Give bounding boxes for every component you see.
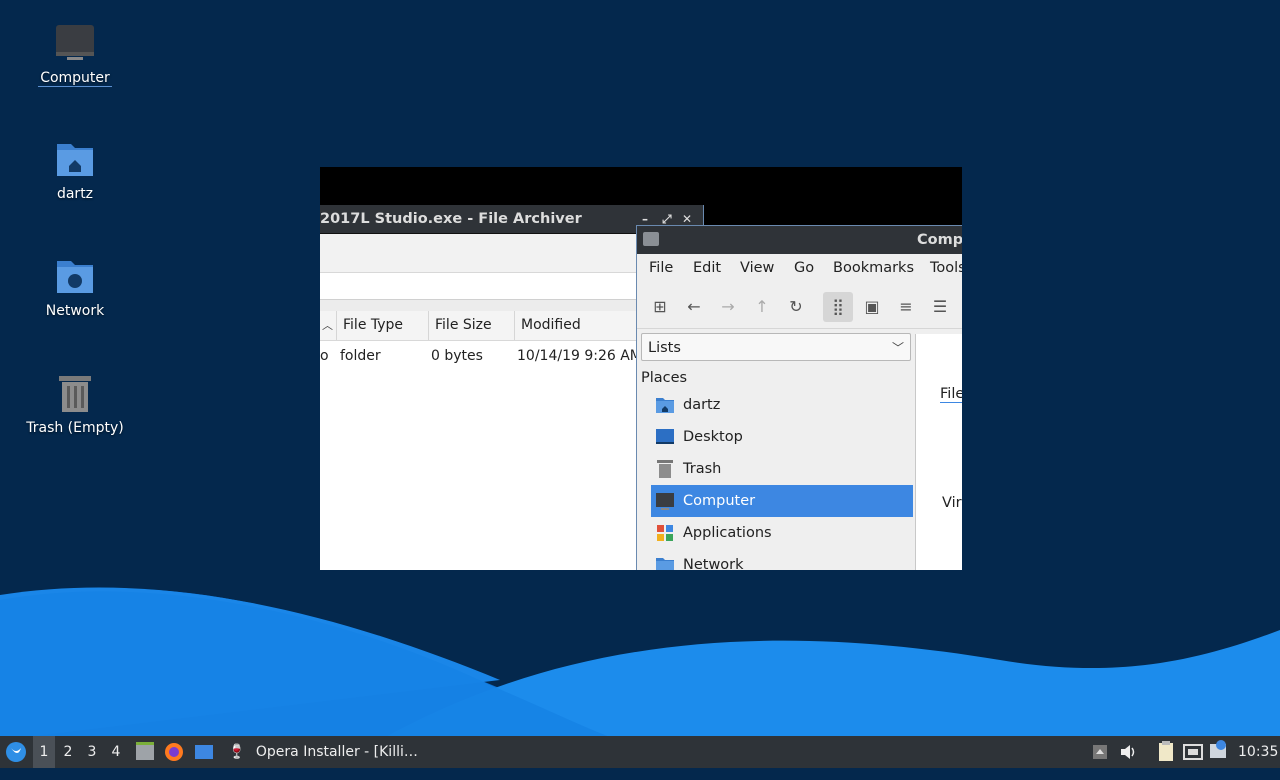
sidebar-item-dartz[interactable]: dartz bbox=[651, 389, 913, 421]
desktop-icon-dartz[interactable]: dartz bbox=[10, 138, 140, 202]
file-manager-window[interactable]: Comp File Edit View Go Bookmarks Tools ⊞… bbox=[636, 225, 962, 570]
computer-icon bbox=[53, 22, 97, 66]
sidebar-item-label: Network bbox=[683, 557, 744, 570]
desktop-icon-label: Trash (Empty) bbox=[26, 420, 124, 436]
up-icon[interactable]: ↑ bbox=[747, 292, 777, 322]
sidebar-item-computer[interactable]: Computer bbox=[651, 485, 913, 517]
side-pane: Lists ﹀ Places dartz Desktop Trash Compu… bbox=[639, 330, 913, 570]
sidebar-item-applications[interactable]: Applications bbox=[651, 517, 913, 549]
back-icon[interactable]: ← bbox=[679, 292, 709, 322]
update-notification-icon[interactable] bbox=[1208, 736, 1228, 768]
compact-view-icon[interactable]: ≡ bbox=[891, 292, 921, 322]
desktop-icon-label: dartz bbox=[56, 186, 94, 202]
cell-file-size: 0 bytes bbox=[431, 348, 483, 364]
sidebar-item-trash[interactable]: Trash bbox=[651, 453, 913, 485]
chevron-down-icon: ﹀ bbox=[891, 341, 904, 355]
cell-file-type: folder bbox=[340, 348, 381, 364]
detail-view-icon[interactable]: ☰ bbox=[925, 292, 955, 322]
clipboard-icon[interactable] bbox=[1156, 736, 1176, 768]
menu-tools[interactable]: Tools bbox=[930, 260, 962, 276]
wine-icon: 🍷 bbox=[228, 744, 246, 760]
home-folder-icon bbox=[655, 395, 675, 415]
thumbnail-view-icon[interactable]: ▣ bbox=[857, 292, 887, 322]
item-label: Vir bbox=[942, 495, 962, 511]
menu-view[interactable]: View bbox=[740, 260, 774, 276]
icon-view-icon[interactable]: ⣿ bbox=[823, 292, 853, 322]
trash-icon bbox=[53, 372, 97, 416]
trash-icon bbox=[655, 459, 675, 479]
desktop-icon-label: Computer bbox=[38, 70, 112, 87]
side-pane-mode-select[interactable]: Lists ﹀ bbox=[641, 333, 911, 361]
file-manager-launcher-icon[interactable] bbox=[134, 736, 156, 768]
network-folder-icon bbox=[655, 555, 675, 570]
menu-bar: File Edit View Go Bookmarks Tools bbox=[637, 254, 962, 284]
file-manager-titlebar[interactable]: Comp bbox=[637, 226, 962, 254]
applications-icon bbox=[655, 523, 675, 543]
workspace-3[interactable]: 3 bbox=[81, 736, 103, 768]
column-header-name[interactable]: ︿ bbox=[320, 311, 336, 340]
start-menu-button[interactable] bbox=[4, 736, 28, 768]
menu-edit[interactable]: Edit bbox=[693, 260, 721, 276]
sidebar-item-label: Applications bbox=[683, 525, 772, 541]
firefox-launcher-icon[interactable] bbox=[163, 736, 185, 768]
network-status-icon[interactable] bbox=[1182, 736, 1204, 768]
desktop-icon-label: Network bbox=[45, 303, 105, 319]
workspace-4[interactable]: 4 bbox=[105, 736, 127, 768]
new-tab-icon[interactable]: ⊞ bbox=[645, 292, 675, 322]
sidebar-item-label: Desktop bbox=[683, 429, 743, 445]
window-capture-region: 2017L Studio.exe - File Archiver – ⤢ ✕ ︿… bbox=[320, 167, 962, 570]
network-folder-icon bbox=[53, 255, 97, 299]
window-title: Comp bbox=[917, 232, 962, 248]
home-folder-icon bbox=[53, 138, 97, 182]
side-pane-mode-value: Lists bbox=[648, 340, 681, 356]
sort-ascending-icon: ︿ bbox=[322, 319, 333, 332]
sidebar-item-label: Computer bbox=[683, 493, 756, 509]
sidebar-item-network[interactable]: Network bbox=[651, 549, 913, 570]
window-title: 2017L Studio.exe - File Archiver bbox=[320, 211, 582, 227]
taskbar-task-opera-installer[interactable]: 🍷 Opera Installer - [Killi… bbox=[228, 736, 418, 768]
menu-go[interactable]: Go bbox=[794, 260, 814, 276]
places-heading: Places bbox=[641, 370, 688, 386]
column-header-file-type[interactable]: File Type bbox=[336, 311, 428, 340]
desktop-icon-computer[interactable]: Computer bbox=[10, 22, 140, 87]
taskbar: 1 2 3 4 🍷 Opera Installer - [Killi… 10:3… bbox=[0, 736, 1280, 768]
tray-expand-icon[interactable] bbox=[1090, 736, 1110, 768]
section-heading: File bbox=[940, 386, 962, 403]
desktop-icon-trash[interactable]: Trash (Empty) bbox=[10, 372, 140, 436]
workspace-1[interactable]: 1 bbox=[33, 736, 55, 768]
volume-icon[interactable] bbox=[1118, 736, 1138, 768]
computer-icon bbox=[655, 491, 675, 511]
forward-icon[interactable]: → bbox=[713, 292, 743, 322]
sidebar-item-label: Trash bbox=[683, 461, 722, 477]
sidebar-item-label: dartz bbox=[683, 397, 721, 413]
desktop-icon-network[interactable]: Network bbox=[10, 255, 140, 319]
cell-name: o bbox=[320, 348, 329, 364]
workspace-2[interactable]: 2 bbox=[57, 736, 79, 768]
menu-file[interactable]: File bbox=[649, 260, 673, 276]
folder-icon bbox=[643, 232, 659, 246]
reload-icon[interactable]: ↻ bbox=[781, 292, 811, 322]
file-view-pane[interactable]: File Vir bbox=[915, 334, 962, 570]
cell-modified: 10/14/19 9:26 AM bbox=[517, 348, 642, 364]
sidebar-item-desktop[interactable]: Desktop bbox=[651, 421, 913, 453]
clock[interactable]: 10:35 bbox=[1238, 736, 1278, 768]
distro-logo-icon bbox=[6, 742, 26, 762]
toolbar: ⊞ ← → ↑ ↻ ⣿ ▣ ≡ ☰ bbox=[637, 284, 962, 329]
menu-bookmarks[interactable]: Bookmarks bbox=[833, 260, 914, 276]
show-desktop-icon[interactable] bbox=[193, 736, 215, 768]
desktop-icon bbox=[655, 427, 675, 447]
column-header-file-size[interactable]: File Size bbox=[428, 311, 514, 340]
task-label: Opera Installer - [Killi… bbox=[255, 744, 418, 760]
